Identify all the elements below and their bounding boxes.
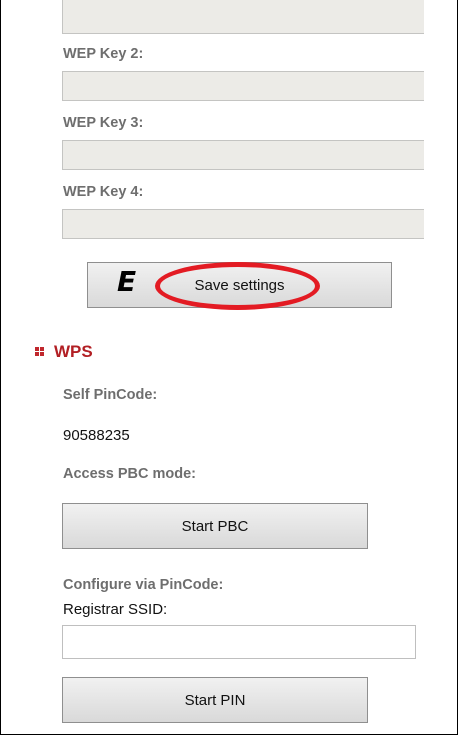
access-pbc-label: Access PBC mode:	[63, 466, 196, 482]
wps-section-title: WPS	[54, 342, 93, 361]
annotation-marker-e: E	[117, 265, 137, 298]
start-pin-button[interactable]: Start PIN	[62, 677, 368, 723]
settings-panel: WEP Key 2: WEP Key 3: WEP Key 4: Save se…	[0, 0, 458, 735]
configure-pincode-label: Configure via PinCode:	[63, 577, 224, 593]
registrar-ssid-input[interactable]	[62, 625, 416, 659]
wep-key-2-field[interactable]	[62, 71, 424, 101]
start-pin-label: Start PIN	[184, 691, 246, 709]
registrar-ssid-label: Registrar SSID:	[63, 601, 168, 618]
wep-key-1-field[interactable]	[62, 0, 424, 34]
wep-key-4-label: WEP Key 4:	[63, 184, 144, 200]
self-pincode-label: Self PinCode:	[63, 387, 158, 403]
section-bullet-icon	[35, 347, 44, 356]
self-pincode-value: 90588235	[63, 427, 130, 444]
start-pbc-button[interactable]: Start PBC	[62, 503, 368, 549]
wep-key-4-field[interactable]	[62, 209, 424, 239]
start-pbc-label: Start PBC	[181, 517, 249, 535]
wep-key-3-field[interactable]	[62, 140, 424, 170]
wep-key-2-label: WEP Key 2:	[63, 46, 144, 62]
wep-key-3-label: WEP Key 3:	[63, 115, 144, 131]
save-settings-label: Save settings	[194, 276, 285, 294]
